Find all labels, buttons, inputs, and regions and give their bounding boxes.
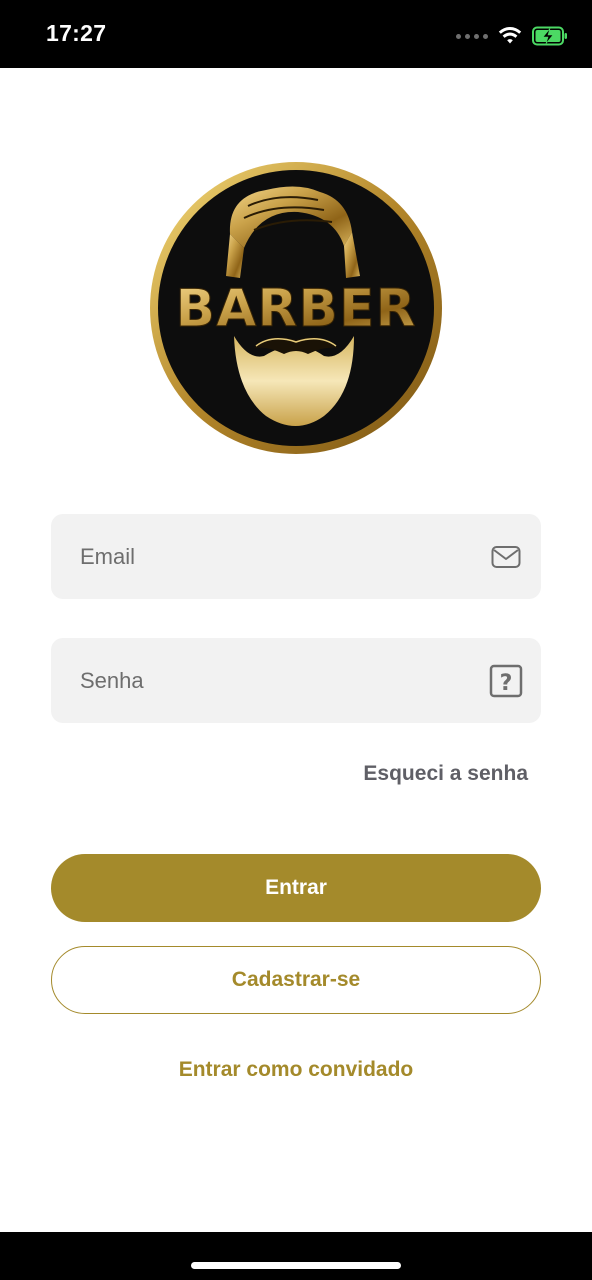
password-input[interactable] [51,638,471,723]
svg-text:?: ? [500,671,513,696]
forgot-password-link[interactable]: Esqueci a senha [363,762,528,786]
mail-icon [489,540,523,574]
guest-login-link[interactable]: Entrar como convidado [0,1058,592,1082]
status-time: 17:27 [46,20,107,46]
signal-icon [456,33,488,39]
logo-text: BARBER [175,279,416,339]
register-button[interactable]: Cadastrar-se [51,946,541,1014]
barber-logo: BARBER [150,162,442,454]
login-button[interactable]: Entrar [51,854,541,922]
status-icons [456,24,568,48]
email-input[interactable] [51,514,471,599]
help-box-icon[interactable]: ? [489,664,523,698]
password-field[interactable]: ? [51,638,541,723]
battery-charging-icon [532,26,567,46]
email-field[interactable] [51,514,541,599]
status-bar: 17:27 [0,0,592,68]
wifi-icon [498,27,522,44]
bottom-bar [0,1232,592,1280]
home-indicator[interactable] [191,1262,401,1269]
